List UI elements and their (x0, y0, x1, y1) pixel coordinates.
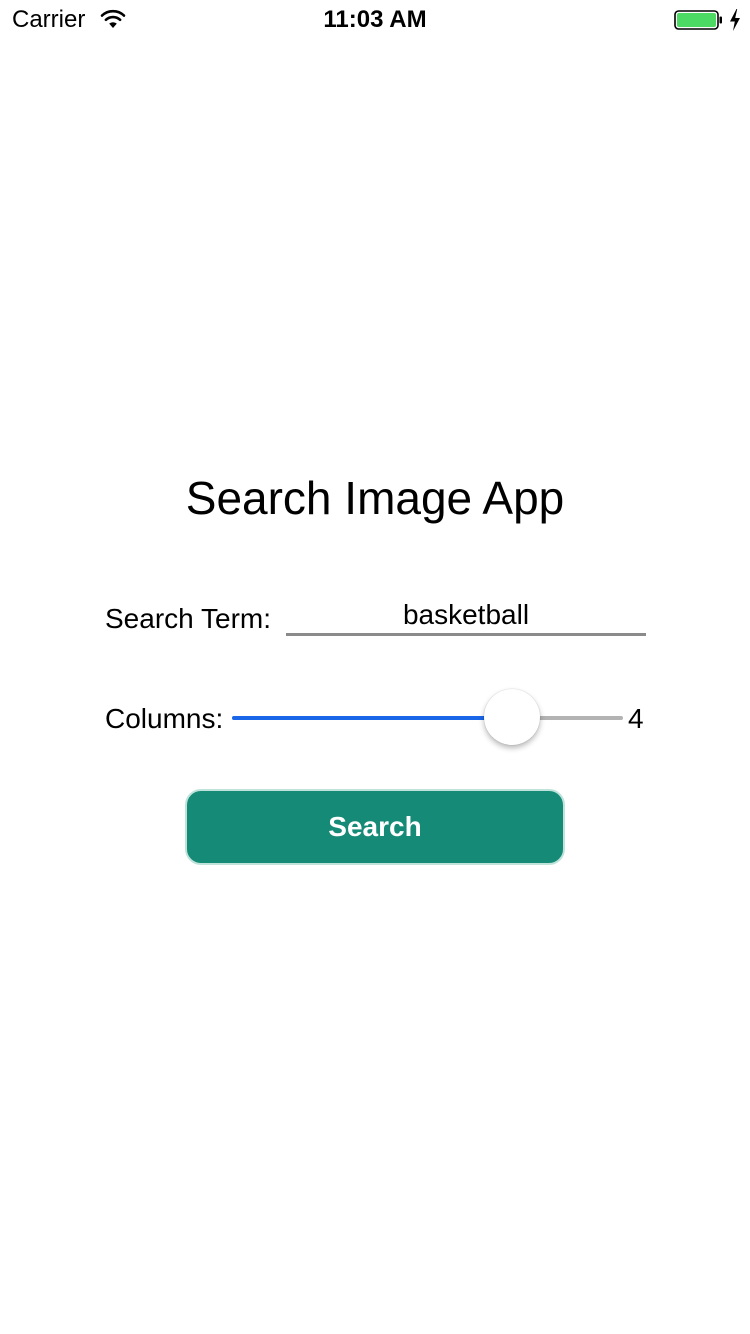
search-button[interactable]: Search (185, 789, 565, 865)
columns-value: 4 (628, 703, 644, 734)
battery-icon (674, 10, 722, 30)
status-bar: Carrier 11:03 AM (0, 0, 750, 40)
clock: 11:03 AM (323, 6, 427, 33)
page-title: Search Image App (185, 472, 565, 524)
columns-label: Columns: (105, 703, 224, 734)
charging-bolt-icon (730, 9, 740, 31)
search-term-label: Search Term: (105, 603, 271, 634)
columns-slider[interactable] (232, 688, 623, 746)
slider-thumb[interactable] (483, 689, 540, 745)
slider-fill (232, 716, 512, 720)
search-field[interactable] (286, 596, 646, 636)
search-input[interactable] (286, 596, 646, 633)
